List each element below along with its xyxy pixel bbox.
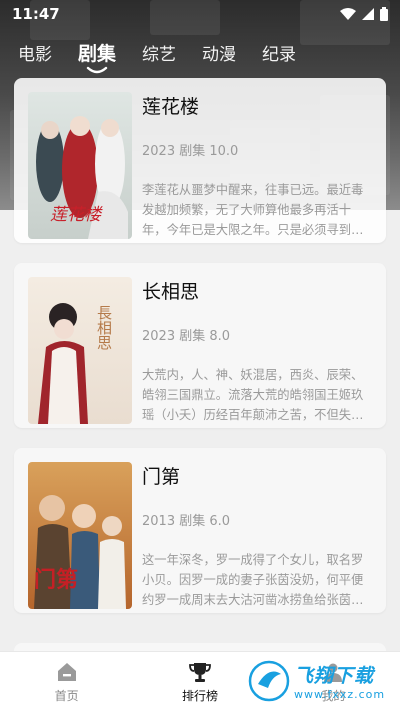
series-card[interactable]: 莲花楼 莲花楼 2023 剧集 10.0 李莲花从噩梦中醒来，往事已远。最近毒发…	[14, 78, 386, 243]
series-description: 大荒内，人、神、妖混居，西炎、辰荣、皓翎三国鼎立。流落大荒的皓翎国王姬玖瑶（小夭…	[142, 368, 364, 422]
series-card[interactable]: 長相思 长相思 2023 剧集 8.0 大荒内，人、神、妖混居，西炎、辰荣、皓翎…	[14, 263, 386, 428]
series-description: 李莲花从噩梦中醒来，往事已远。最近毒发越加频繁，无了大师算他最多再活十年，今年已…	[142, 183, 364, 237]
watermark-url: www.fxxz.com	[294, 688, 386, 701]
status-bar: 11:47	[0, 0, 400, 28]
watermark: 飞翔下载 www.fxxz.com	[248, 656, 394, 706]
nav-ranking-label: 排行榜	[181, 688, 218, 703]
poster-image[interactable]: 長相思	[28, 277, 132, 424]
tab-documentary[interactable]: 纪录	[262, 40, 296, 65]
signal-icon	[362, 8, 374, 20]
series-meta: 2023 剧集 10.0	[142, 144, 239, 159]
svg-text:门第: 门第	[34, 567, 78, 593]
series-title[interactable]: 莲花楼	[142, 92, 199, 119]
tab-series[interactable]: 剧集	[78, 39, 116, 73]
series-description: 这一年深冬，罗一成得了个女儿，取名罗小贝。因罗一成的妻子张茵没奶，何平便约罗一成…	[142, 553, 364, 607]
trophy-icon	[189, 662, 211, 682]
home-icon	[57, 662, 76, 681]
tab-anime[interactable]: 动漫	[202, 40, 236, 65]
poster-image[interactable]: 门第	[28, 462, 132, 609]
status-time: 11:47	[12, 5, 60, 23]
tab-active-indicator	[86, 66, 108, 73]
series-list: 莲花楼 莲花楼 2023 剧集 10.0 李莲花从噩梦中醒来，往事已远。最近毒发…	[14, 78, 386, 633]
nav-home[interactable]: 首页	[0, 652, 133, 711]
wifi-icon	[340, 8, 356, 20]
status-icons	[340, 7, 388, 21]
svg-text:長相思: 長相思	[95, 305, 113, 350]
tab-variety[interactable]: 综艺	[142, 40, 176, 65]
category-tabs: 电影 剧集 综艺 动漫 纪录	[0, 34, 400, 73]
battery-icon	[380, 7, 388, 21]
watermark-logo-icon	[248, 660, 290, 702]
series-meta: 2013 剧集 6.0	[142, 514, 231, 529]
nav-ranking[interactable]: 排行榜	[133, 652, 266, 711]
svg-text:莲花楼: 莲花楼	[50, 205, 103, 225]
series-meta: 2023 剧集 8.0	[142, 329, 231, 344]
watermark-brand: 飞翔下载	[294, 665, 375, 687]
nav-home-label: 首页	[54, 688, 79, 703]
poster-image[interactable]: 莲花楼	[28, 92, 132, 239]
series-card[interactable]: 门第 门第 2013 剧集 6.0 这一年深冬，罗一成得了个女儿，取名罗小贝。因…	[14, 448, 386, 613]
tab-movie[interactable]: 电影	[18, 40, 52, 65]
series-title[interactable]: 长相思	[142, 277, 199, 304]
series-title[interactable]: 门第	[142, 462, 180, 489]
